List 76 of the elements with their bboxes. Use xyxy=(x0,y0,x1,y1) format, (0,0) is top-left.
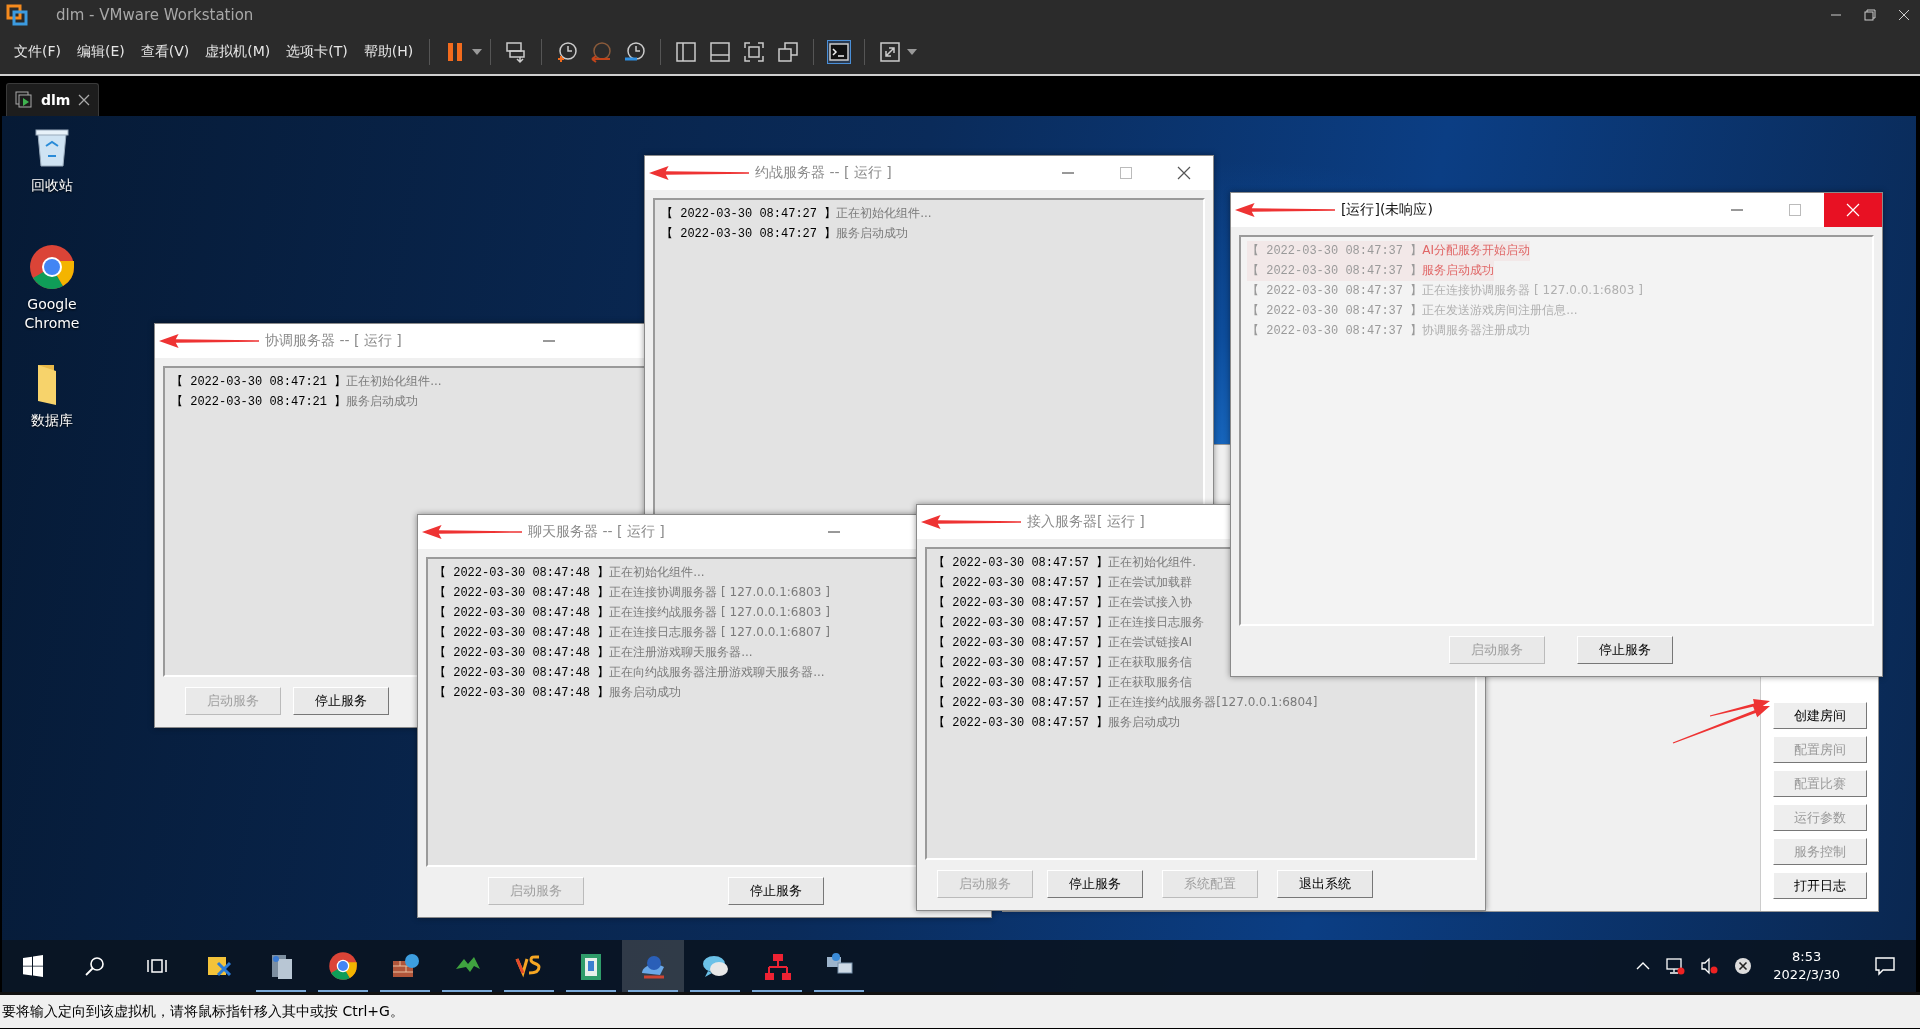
window-title: 接入服务器[ 运行 ] xyxy=(1027,513,1145,531)
log-line: 【 2022-03-30 08:47:48 】正在初始化组件... xyxy=(434,564,705,582)
log-line: 【 2022-03-30 08:47:21 】服务启动成功 xyxy=(171,393,419,411)
network-error-icon[interactable] xyxy=(1665,956,1686,976)
running-vm-icon xyxy=(15,91,33,109)
log-line: 【 2022-03-30 08:47:37 】正在连接协调服务器 [ 127.0.0.1:6803 ] xyxy=(1247,282,1643,300)
desktop-icon-label[interactable]: Google Chrome xyxy=(12,295,92,333)
desktop-icon-label[interactable]: 回收站 xyxy=(12,176,92,195)
log-line: 【 2022-03-30 08:47:57 】正在初始化组件. xyxy=(933,554,1197,572)
window-title: 协调服务器 -- [ 运行 ] xyxy=(265,332,402,350)
log-line: 【 2022-03-30 08:47:57 】正在连接约战服务器[127.0.0.1:6804] xyxy=(933,694,1318,712)
log-line: 【 2022-03-30 08:47:57 】正在尝试加载群 xyxy=(933,574,1193,592)
log-line: 【 2022-03-30 08:47:21 】正在初始化组件... xyxy=(171,373,442,391)
close-circle-icon[interactable] xyxy=(1733,956,1754,976)
log-line: 【 2022-03-30 08:47:48 】正在连接约战服务器 [ 127.0.0.1:6803 ] xyxy=(434,604,830,622)
revert-snapshot-icon[interactable] xyxy=(589,40,614,64)
window-button[interactable]: 停止服务 xyxy=(293,687,389,715)
log-line: 【 2022-03-30 08:47:37 】正在发送游戏房间注册信息... xyxy=(1247,302,1578,320)
log-line: 【 2022-03-30 08:47:37 】协调服务器注册成功 xyxy=(1247,322,1531,340)
unity-view-icon[interactable] xyxy=(776,40,801,64)
thumbnail-view-icon[interactable] xyxy=(708,40,733,64)
window-title: 约战服务器 -- [ 运行 ] xyxy=(755,164,892,182)
log-line: 【 2022-03-30 08:47:57 】正在尝试链接AI xyxy=(933,634,1192,652)
log-line: 【 2022-03-30 08:47:48 】正在向约战服务器注册游戏聊天服务器... xyxy=(434,664,825,682)
window-title: 聊天服务器 -- [ 运行 ] xyxy=(528,523,665,541)
clock[interactable]: 8:53 2022/3/30 xyxy=(1773,948,1840,984)
close-icon[interactable] xyxy=(78,94,91,106)
menu-item[interactable]: 查看(V) xyxy=(132,39,198,65)
side-button[interactable]: 创建房间 xyxy=(1772,702,1867,729)
window-button[interactable]: 停止服务 xyxy=(1047,870,1143,898)
log-line: 【 2022-03-30 08:47:57 】服务启动成功 xyxy=(933,714,1181,732)
volume-muted-icon[interactable] xyxy=(1699,956,1720,976)
window-title: dlm - VMware Workstation xyxy=(56,6,254,24)
log-line: 【 2022-03-30 08:47:48 】正在注册游戏聊天服务器... xyxy=(434,644,753,662)
desktop-icon-label[interactable]: 数据库 xyxy=(12,411,92,430)
browser-icon xyxy=(328,951,358,981)
log-line: 【 2022-03-30 08:47:57 】正在连接日志服务 xyxy=(933,614,1205,632)
clock-time: 8:53 xyxy=(1792,948,1822,966)
app-icon xyxy=(762,951,792,981)
tab-label: dlm xyxy=(41,92,71,108)
window-button[interactable]: 停止服务 xyxy=(728,877,824,905)
window-title: [运行](未响应) xyxy=(1341,201,1433,219)
menu-item[interactable]: 文件(F) xyxy=(6,39,69,65)
menu-item[interactable]: 编辑(E) xyxy=(69,39,133,65)
menu-item[interactable]: 虚拟机(M) xyxy=(197,39,279,65)
clock-date: 2022/3/30 xyxy=(1773,966,1840,984)
log-line: 【 2022-03-30 08:47:57 】正在尝试接入协 xyxy=(933,594,1193,612)
windows-start-icon[interactable] xyxy=(21,954,45,978)
log-line: 【 2022-03-30 08:47:57 】正在获取服务信 xyxy=(933,654,1193,672)
status-message: 要将输入定向到该虚拟机，请将鼠标指针移入其中或按 Ctrl+G。 xyxy=(2,1002,404,1021)
menu-item[interactable]: 帮助(H) xyxy=(355,39,422,65)
full-screen-icon[interactable] xyxy=(742,40,767,64)
snapshot-manager-icon[interactable] xyxy=(623,40,648,64)
vm-tab[interactable]: dlm xyxy=(6,83,100,116)
search-icon[interactable] xyxy=(83,954,107,978)
window-button[interactable]: 停止服务 xyxy=(1577,636,1673,664)
side-button[interactable]: 打开日志 xyxy=(1772,872,1867,899)
log-line: 【 2022-03-30 08:47:48 】正在连接协调服务器 [ 127.0.0.1:6803 ] xyxy=(434,584,830,602)
window-button[interactable]: 退出系统 xyxy=(1277,870,1373,898)
browser-icon[interactable] xyxy=(28,243,76,291)
menu-item[interactable]: 选项卡(T) xyxy=(278,39,356,65)
vmware-logo-icon xyxy=(6,4,28,26)
log-line: 【 2022-03-30 08:47:48 】服务启动成功 xyxy=(434,684,682,702)
stretch-icon[interactable] xyxy=(878,40,903,64)
caret-icon[interactable] xyxy=(907,49,918,55)
caret-icon[interactable] xyxy=(472,49,483,55)
sidebar-view-icon[interactable] xyxy=(674,40,699,64)
restore-icon[interactable] xyxy=(1864,9,1876,21)
log-line: 【 2022-03-30 08:47:57 】正在获取服务信 xyxy=(933,674,1193,692)
log-line: 【 2022-03-30 08:47:27 】正在初始化组件... xyxy=(661,205,932,223)
close-icon[interactable] xyxy=(1176,165,1192,181)
log-line: 【 2022-03-30 08:47:27 】服务启动成功 xyxy=(661,225,909,243)
log-line: 【 2022-03-30 08:47:48 】正在连接日志服务器 [ 127.0.0.1:6807 ] xyxy=(434,624,830,642)
notification-icon[interactable] xyxy=(1874,955,1896,977)
console-view-icon[interactable] xyxy=(827,40,852,64)
snapshot-icon[interactable] xyxy=(555,40,580,64)
